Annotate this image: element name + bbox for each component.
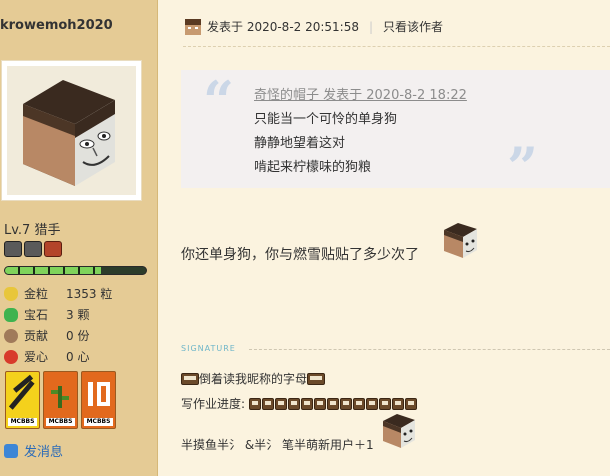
- book-icon: [353, 397, 366, 410]
- book-icon: [301, 397, 314, 410]
- skull-gray-icon: [4, 241, 22, 257]
- steve-face-emoji-icon: [444, 223, 477, 258]
- emerald-icon: [4, 307, 18, 322]
- book-icon: [307, 372, 326, 385]
- homework-progress-books: [249, 397, 418, 410]
- steve-face-emoji-icon: [383, 414, 415, 448]
- stat-emerald: 宝石 3 颗: [4, 304, 112, 325]
- pickaxe-medal-icon[interactable]: MCBBS: [5, 371, 40, 429]
- author-name[interactable]: krowemoh2020: [0, 18, 113, 33]
- stat-gold: 金粒 1353 粒: [4, 283, 112, 304]
- book-icon: [392, 397, 405, 410]
- book-icon: [314, 397, 327, 410]
- gold-nugget-icon: [4, 286, 18, 301]
- header-separator: |: [369, 19, 374, 34]
- signature-line-1: 倒着读我昵称的字母: [181, 370, 326, 387]
- book-icon: [366, 397, 379, 410]
- book-icon: [262, 397, 275, 410]
- contribution-icon: [4, 328, 18, 343]
- signature-divider: [249, 349, 610, 350]
- medal-list: MCBBS MCBBS MCBBS: [5, 371, 116, 429]
- quote-close-icon: ”: [507, 135, 539, 199]
- view-author-only-link[interactable]: 只看该作者: [383, 18, 443, 35]
- heart-icon: [4, 349, 18, 364]
- book-icon: [340, 397, 353, 410]
- stat-heart: 爱心 0 心: [4, 346, 112, 367]
- quote-open-icon: “: [203, 69, 235, 133]
- book-icon: [327, 397, 340, 410]
- header-divider: [183, 46, 610, 47]
- ten-medal-icon[interactable]: MCBBS: [81, 371, 116, 429]
- signature-line-2: 写作业进度:: [181, 395, 418, 412]
- avatar[interactable]: [1, 60, 142, 201]
- signature-label: SIGNATURE: [181, 344, 236, 353]
- online-status-icon: [185, 18, 201, 35]
- book-icon: [181, 372, 199, 385]
- signature-line-3: 半摸鱼半氵 &半氵 笔半萌新用户＋1: [181, 438, 374, 452]
- author-sidebar: krowemoh2020 Lv.7 猎手 金粒 1353 粒 宝石 3 颗 贡献…: [0, 0, 158, 476]
- send-message-link[interactable]: 发消息: [4, 441, 63, 460]
- avatar-face-icon: [23, 80, 115, 186]
- post-timestamp: 发表于 2020-8-2 20:51:58: [207, 20, 359, 34]
- book-icon: [405, 397, 418, 410]
- message-icon: [4, 443, 18, 458]
- book-icon: [249, 397, 262, 410]
- skull-red-icon: [44, 241, 62, 257]
- user-level: Lv.7 猎手: [4, 223, 61, 238]
- book-icon: [379, 397, 392, 410]
- stat-contribution: 贡献 0 份: [4, 325, 112, 346]
- quote-line: 啃起来柠檬味的狗粮: [254, 160, 372, 175]
- quote-source-link[interactable]: 奇怪的帽子 发表于 2020-8-2 18:22: [254, 84, 467, 103]
- quote-line: 静静地望着这对: [254, 136, 346, 151]
- experience-bar: [4, 266, 147, 275]
- post-message: 你还单身狗，你与燃雪贴贴了多少次了: [181, 247, 419, 263]
- title-icons: [4, 241, 62, 257]
- book-icon: [288, 397, 301, 410]
- post-body: 发表于 2020-8-2 20:51:58 | 只看该作者 “ 奇怪的帽子 发表…: [159, 0, 610, 476]
- plant-medal-icon[interactable]: MCBBS: [43, 371, 78, 429]
- quote-block: “ 奇怪的帽子 发表于 2020-8-2 18:22 只能当一个可怜的单身狗 静…: [181, 69, 610, 194]
- post-header: 发表于 2020-8-2 20:51:58 | 只看该作者: [185, 18, 443, 35]
- experience-bar-fill: [5, 267, 101, 274]
- quote-line: 只能当一个可怜的单身狗: [254, 112, 398, 127]
- book-icon: [275, 397, 288, 410]
- skull-gray-icon: [24, 241, 42, 257]
- user-stats: 金粒 1353 粒 宝石 3 颗 贡献 0 份 爱心 0 心: [4, 283, 112, 367]
